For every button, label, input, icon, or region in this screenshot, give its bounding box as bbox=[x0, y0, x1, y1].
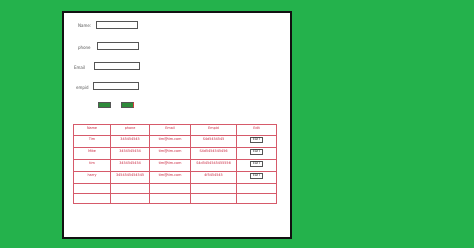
table-row: Tim 345454545 tim@tim.com S4d5454545 EDI… bbox=[73, 135, 277, 148]
column-header-name: Name bbox=[73, 124, 111, 136]
save-button[interactable] bbox=[98, 102, 111, 108]
empid-input[interactable] bbox=[93, 82, 139, 90]
cell-phone: 3454545454 bbox=[110, 147, 150, 160]
cell-phone: 345454545 bbox=[110, 135, 150, 148]
cell-email: tim@tim.com bbox=[149, 147, 191, 160]
table-row: tim 3454545454 tim@tim.com S4d5454545455… bbox=[73, 159, 277, 172]
phone-label: phone bbox=[78, 45, 91, 50]
table-row-empty bbox=[73, 193, 277, 204]
email-label: Email bbox=[74, 65, 86, 70]
cell-email: tim@tim.com bbox=[149, 171, 191, 184]
column-header-empid: Empid bbox=[190, 124, 237, 136]
empid-label: empid bbox=[76, 85, 89, 90]
column-header-edit: Edit bbox=[236, 124, 277, 136]
table-header-row: Name phone Email Empid Edit bbox=[73, 124, 277, 136]
edit-button[interactable]: EDIT bbox=[249, 149, 264, 155]
cell-empid: S4d5454545455556 bbox=[190, 159, 237, 172]
column-header-phone: phone bbox=[110, 124, 150, 136]
edit-button[interactable]: EDIT bbox=[249, 161, 264, 167]
cell-email: tim@tim.com bbox=[149, 159, 191, 172]
table-row: harry 3454545454545 tim@tim.com 4f545454… bbox=[73, 171, 277, 184]
name-input[interactable] bbox=[96, 21, 138, 29]
employee-table: Name phone Email Empid Edit Tim 34545454… bbox=[73, 124, 277, 204]
column-header-email: Email bbox=[149, 124, 191, 136]
cell-name: tim bbox=[73, 159, 111, 172]
phone-input[interactable] bbox=[97, 42, 139, 50]
name-label: Name: bbox=[78, 23, 92, 28]
cell-phone: 3454545454545 bbox=[110, 171, 150, 184]
cell-phone: 3454545454 bbox=[110, 159, 150, 172]
cell-edit: EDIT bbox=[236, 159, 277, 172]
cell-empid: S4d5454545 bbox=[190, 135, 237, 148]
email-input[interactable] bbox=[94, 62, 140, 70]
cell-edit: EDIT bbox=[236, 147, 277, 160]
cell-edit: EDIT bbox=[236, 171, 277, 184]
employee-panel: Name: phone Email empid Name phone Email… bbox=[62, 11, 292, 239]
table-row: Mike 3454545454 tim@tim.com S4d545454545… bbox=[73, 147, 277, 160]
cancel-button[interactable] bbox=[121, 102, 134, 108]
cell-empid: S4d5454545456 bbox=[190, 147, 237, 160]
edit-button[interactable]: EDIT bbox=[249, 173, 264, 179]
cell-email: tim@tim.com bbox=[149, 135, 191, 148]
cell-edit: EDIT bbox=[236, 135, 277, 148]
cell-empid: 4f5454545 bbox=[190, 171, 237, 184]
edit-button[interactable]: EDIT bbox=[249, 137, 264, 143]
cell-name: Tim bbox=[73, 135, 111, 148]
cell-name: Mike bbox=[73, 147, 111, 160]
cell-name: harry bbox=[73, 171, 111, 184]
table-row-empty bbox=[73, 183, 277, 194]
